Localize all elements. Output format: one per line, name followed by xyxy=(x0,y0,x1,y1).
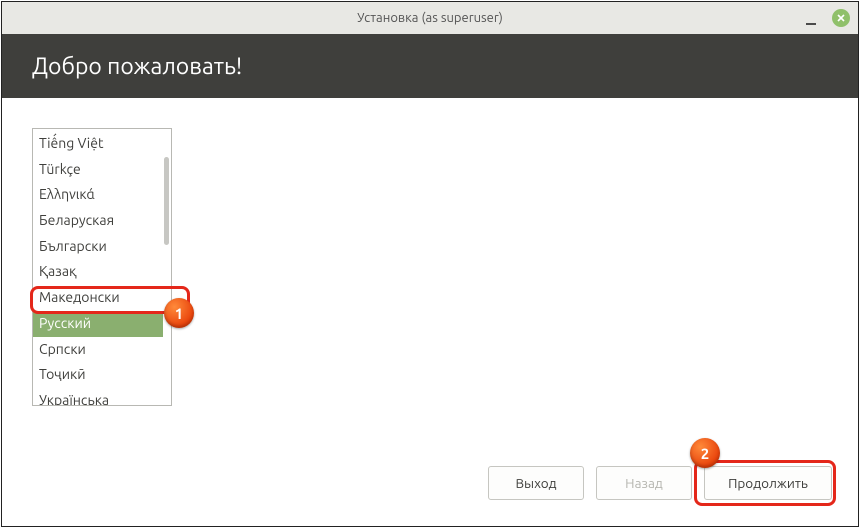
annotation-badge-2: 2 xyxy=(690,438,720,468)
language-option[interactable]: Беларуская xyxy=(33,208,163,234)
language-option[interactable]: Српски xyxy=(33,337,163,363)
window-title: Установка (as superuser) xyxy=(357,11,503,25)
page-title: Добро пожаловать! xyxy=(32,54,242,79)
continue-button-label: Продолжить xyxy=(728,475,808,491)
window-frame: Установка (as superuser) Добро пожаловат… xyxy=(1,1,859,527)
language-option[interactable]: Русский xyxy=(33,311,163,337)
language-option[interactable]: Tiếng Việt xyxy=(33,131,163,157)
header-banner: Добро пожаловать! xyxy=(2,34,858,98)
continue-button[interactable]: Продолжить xyxy=(704,466,832,500)
back-button: Назад xyxy=(596,466,692,500)
scrollbar[interactable] xyxy=(164,131,169,403)
language-option[interactable]: Македонски xyxy=(33,285,163,311)
minimize-button[interactable] xyxy=(804,11,818,25)
content-area: Tiếng ViệtTürkçeΕλληνικάБеларускаяБългар… xyxy=(2,98,858,406)
language-option[interactable]: Türkçe xyxy=(33,157,163,183)
back-button-label: Назад xyxy=(625,475,663,491)
footer-buttons: Выход Назад Продолжить xyxy=(488,466,832,500)
scrollbar-thumb[interactable] xyxy=(164,157,169,245)
close-button[interactable] xyxy=(832,9,850,27)
language-option[interactable]: Українська xyxy=(33,388,163,406)
language-option[interactable]: Български xyxy=(33,234,163,260)
close-icon xyxy=(836,13,846,23)
language-listbox[interactable]: Tiếng ViệtTürkçeΕλληνικάБеларускаяБългар… xyxy=(32,128,172,406)
language-option[interactable]: Ελληνικά xyxy=(33,182,163,208)
language-option[interactable]: Қазақ xyxy=(33,259,163,285)
language-option[interactable]: Тоҷикӣ xyxy=(33,362,163,388)
quit-button-label: Выход xyxy=(515,475,556,491)
quit-button[interactable]: Выход xyxy=(488,466,584,500)
window-controls xyxy=(804,2,850,34)
titlebar: Установка (as superuser) xyxy=(2,2,858,34)
